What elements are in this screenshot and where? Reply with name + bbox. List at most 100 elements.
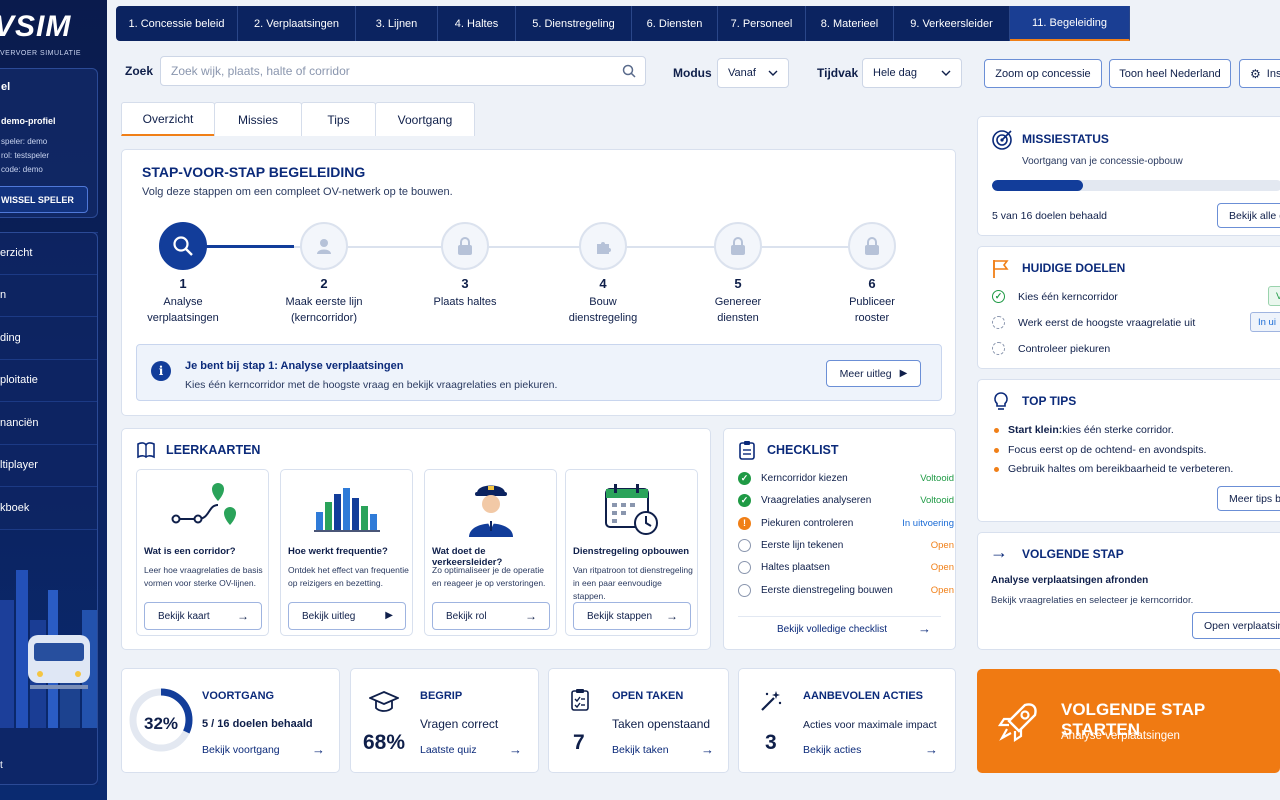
sidebar-item-3[interactable]: ding <box>0 317 98 360</box>
step-name: Analyse verplaatsingen <box>147 296 219 324</box>
switch-player-button[interactable]: WISSEL SPELER <box>0 186 88 213</box>
modus-select[interactable]: Vanaf <box>717 58 789 88</box>
sidebar-item-2[interactable]: n <box>0 274 98 317</box>
frequency-chart-illustration <box>281 476 412 542</box>
tab-tips[interactable]: Tips <box>301 102 376 136</box>
view-actions-link[interactable]: Bekijk acties <box>803 744 861 756</box>
begrip-line: Vragen correct <box>420 717 499 731</box>
tab-verplaatsingen[interactable]: 2. Verplaatsingen <box>238 6 356 41</box>
checklist-item-label: Vraagrelaties analyseren <box>761 494 872 506</box>
latest-quiz-link[interactable]: Laatste quiz <box>420 744 477 756</box>
goal-item[interactable]: ✓ Kies één kerncorridor <box>992 290 1118 303</box>
tab-voortgang[interactable]: Voortgang <box>375 102 475 136</box>
search-box <box>160 56 646 86</box>
step-3[interactable]: 3 Plaats haltes <box>405 222 525 310</box>
arrow-right-icon[interactable]: → <box>925 742 938 757</box>
guide-subtitle: Volg deze stappen om een compleet OV-net… <box>142 186 453 198</box>
missiestatus-subtitle: Voortgang van je concessie-opbouw <box>1022 156 1183 167</box>
view-progress-link[interactable]: Bekijk voortgang <box>202 744 280 756</box>
tab-haltes[interactable]: 4. Haltes <box>438 6 516 41</box>
view-steps-button[interactable]: Bekijk stappen → <box>573 602 691 630</box>
view-all-goals-button[interactable]: Bekijk alle d <box>1217 203 1280 228</box>
tijdvak-select[interactable]: Hele dag <box>862 58 962 88</box>
begrip-title: BEGRIP <box>420 690 463 702</box>
checklist-item[interactable]: Eerste lijn tekenen Open <box>738 536 954 554</box>
tab-lijnen[interactable]: 3. Lijnen <box>356 6 438 41</box>
gear-icon: ⚙ <box>1250 66 1261 81</box>
more-tips-button[interactable]: Meer tips b <box>1217 486 1280 511</box>
step-circle <box>441 222 489 270</box>
zoom-concessie-button[interactable]: Zoom op concessie <box>984 59 1102 88</box>
view-role-button[interactable]: Bekijk rol → <box>432 602 550 630</box>
tab-materieel[interactable]: 8. Materieel <box>806 6 894 41</box>
goal-status-badge: In ui <box>1250 312 1280 332</box>
tab-diensten[interactable]: 6. Diensten <box>632 6 718 41</box>
checklist-item-label: Eerste dienstregeling bouwen <box>761 584 893 596</box>
arrow-right-icon: → <box>990 542 1008 562</box>
sidebar-item-exploitatie[interactable]: ploitatie <box>0 359 98 402</box>
route-map-icon <box>171 483 236 525</box>
full-checklist-link[interactable]: Bekijk volledige checklist <box>777 624 887 635</box>
learning-card-corridor[interactable]: Wat is een corridor? Leer hoe vraagrelat… <box>136 469 269 636</box>
step-4[interactable]: 4 Bouw dienstregeling <box>543 222 663 326</box>
goals-achieved: 5 / 16 doelen behaald <box>202 718 313 730</box>
settings-button[interactable]: ⚙ Ins <box>1239 59 1280 88</box>
view-explanation-button[interactable]: Bekijk uitleg ▶ <box>288 602 406 630</box>
voortgang-title: VOORTGANG <box>202 690 275 702</box>
open-taken-value: 7 <box>573 731 585 754</box>
checklist-item[interactable]: ✓ Vraagrelaties analyseren Voltooid <box>738 491 954 509</box>
learning-card-frequentie[interactable]: Hoe werkt frequentie? Ontdek het effect … <box>280 469 413 636</box>
view-map-button[interactable]: Bekijk kaart → <box>144 602 262 630</box>
tab-missies[interactable]: Missies <box>214 102 302 136</box>
checklist-item[interactable]: Haltes plaatsen Open <box>738 558 954 576</box>
lock-icon <box>731 237 745 255</box>
chevron-down-icon <box>768 70 778 76</box>
next-step-description: Bekijk vraagrelaties en selecteer je ker… <box>991 595 1194 606</box>
step-6[interactable]: 6 Publiceer rooster <box>812 222 932 326</box>
checklist-item[interactable]: ✓ Kerncorridor kiezen Voltooid <box>738 469 954 487</box>
goal-item[interactable]: Controleer piekuren <box>992 342 1110 355</box>
sidebar-item-financien[interactable]: nanciën <box>0 402 98 445</box>
card-description: Ontdek het effect van frequentie op reiz… <box>288 565 409 588</box>
checklist-item[interactable]: ! Piekuren controleren In uitvoering <box>738 514 954 532</box>
huidige-doelen-card: HUIDIGE DOELEN ✓ Kies één kerncorridor V We… <box>977 246 1280 369</box>
goal-item[interactable]: Werk eerst de hoogste vraagrelatie uit <box>992 316 1195 329</box>
step-1[interactable]: 1 Analyse verplaatsingen <box>123 222 243 326</box>
arrow-right-icon[interactable]: → <box>509 742 522 757</box>
start-next-step-button[interactable]: VOLGENDE STAP STARTEN Analyse verplaatsi… <box>977 669 1280 773</box>
search-input[interactable] <box>161 57 601 85</box>
tab-personeel[interactable]: 7. Personeel <box>718 6 806 41</box>
pending-circle-icon <box>992 316 1005 329</box>
step-circle <box>714 222 762 270</box>
sidebar-item-multiplayer[interactable]: ltiplayer <box>0 444 98 487</box>
checklist-title: CHECKLIST <box>767 443 839 457</box>
arrow-right-icon[interactable]: → <box>701 742 714 757</box>
tab-overzicht[interactable]: Overzicht <box>121 102 215 136</box>
tab-verkeersleider[interactable]: 9. Verkeersleider <box>894 6 1010 41</box>
sidebar-item-overzicht[interactable]: erzicht <box>0 232 98 275</box>
view-tasks-link[interactable]: Bekijk taken <box>612 744 669 756</box>
arrow-right-icon[interactable]: → <box>918 621 931 636</box>
step-circle <box>159 222 207 270</box>
checklist-item[interactable]: Eerste dienstregeling bouwen Open <box>738 581 954 599</box>
show-netherlands-button[interactable]: Toon heel Nederland <box>1109 59 1231 88</box>
learning-card-verkeersleider[interactable]: Wat doet de verkeersleider? Zo optimalis… <box>424 469 557 636</box>
tab-begeleiding[interactable]: 11. Begeleiding <box>1010 6 1130 41</box>
step-5[interactable]: 5 Genereer diensten <box>678 222 798 326</box>
tijdvak-label: Tijdvak <box>817 66 859 80</box>
cta-subtitle: Analyse verplaatsingen <box>1061 730 1180 742</box>
search-icon[interactable] <box>622 64 636 78</box>
arrow-right-icon[interactable]: → <box>312 742 325 757</box>
divider <box>738 616 941 617</box>
tab-concessie-beleid[interactable]: 1. Concessie beleid <box>116 6 238 41</box>
open-verplaatsingen-button[interactable]: Open verplaatsin <box>1192 612 1280 639</box>
learning-card-dienstregeling[interactable]: Dienstregeling opbouwen Van ritpatroon t… <box>565 469 698 636</box>
module-tabs: 1. Concessie beleid 2. Verplaatsingen 3.… <box>116 6 1130 41</box>
arrow-right-icon: → <box>237 609 249 623</box>
sidebar-item-logboek[interactable]: kboek <box>0 487 98 530</box>
begrip-card: BEGRIP Vragen correct 68% Laatste quiz → <box>350 668 539 773</box>
more-info-button[interactable]: Meer uitleg ▶ <box>826 360 921 387</box>
tab-dienstregeling[interactable]: 5. Dienstregeling <box>516 6 632 41</box>
schedule-illustration <box>566 476 697 542</box>
step-2[interactable]: 2 Maak eerste lijn (kerncorridor) <box>264 222 384 326</box>
